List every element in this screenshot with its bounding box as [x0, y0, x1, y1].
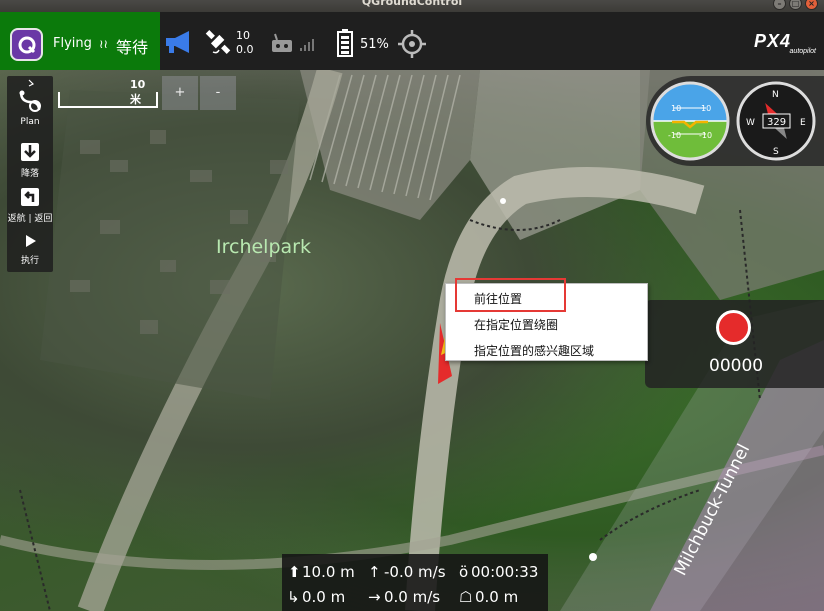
rtl-icon — [21, 188, 39, 206]
tool-rtl-label: 返航 | 返回 — [7, 214, 53, 224]
tool-land-label: 降落 — [20, 169, 39, 179]
megaphone-icon[interactable] — [163, 28, 195, 56]
gps-hdop: 0.0 — [236, 43, 254, 56]
compass-indicator: N S W E 329 — [736, 81, 816, 161]
tool-land-button[interactable]: 降落 — [7, 141, 53, 179]
flight-state: Flying — [53, 36, 92, 51]
satellite-count: 10 — [236, 29, 250, 42]
rc-transmitter-icon[interactable] — [270, 33, 294, 53]
compass-e: E — [800, 118, 806, 128]
distance-value: 0.0 m — [302, 588, 346, 606]
minimize-button[interactable]: – — [773, 0, 786, 10]
zoom-out-button[interactable]: - — [200, 76, 236, 110]
qgc-logo-icon — [18, 36, 35, 53]
land-icon — [21, 143, 39, 161]
telemetry-panel: ⬆ 10.0 m ↑ -0.0 m/s ö 00:00:33 ↳ 0.0 m →… — [282, 554, 548, 611]
flight-time-icon: ö — [459, 563, 469, 581]
waveform-icon: ≀≀ — [99, 37, 108, 51]
satellite-icon[interactable] — [203, 28, 233, 58]
ground-speed-value: 0.0 m/s — [384, 588, 441, 606]
distance-icon: ↳ — [287, 588, 300, 606]
attitude-indicator — [652, 83, 728, 159]
tool-strip: Plan 降落 返航 | 返回 执行 — [7, 76, 53, 272]
battery-icon[interactable] — [335, 28, 355, 58]
map-label-park: Irchelpark — [216, 236, 311, 258]
compass-w: W — [746, 118, 755, 128]
gps-rtk-crosshair-icon[interactable] — [397, 29, 427, 59]
pitch-up-label-left: 10 — [671, 104, 681, 113]
battery-percent: 51% — [360, 37, 389, 52]
zoom-in-button[interactable]: + — [162, 76, 198, 110]
signal-strength-icon — [300, 39, 314, 51]
tool-plan-button[interactable]: Plan — [7, 88, 53, 127]
record-button[interactable] — [716, 310, 751, 345]
home-distance-icon: ☖ — [459, 588, 473, 606]
record-counter: 00000 — [709, 356, 764, 376]
close-button[interactable]: × — [805, 0, 818, 10]
compass-s: S — [773, 147, 779, 157]
flight-mode-selector[interactable]: 等待 — [116, 34, 148, 58]
tool-rtl-button[interactable]: 返航 | 返回 — [7, 186, 53, 224]
instrument-panel[interactable]: 10 10 -10 -10 N S W E 329 — [646, 76, 824, 166]
tool-execute-button[interactable]: 执行 — [7, 232, 53, 266]
window-titlebar: QGroundControl – □ × — [0, 0, 824, 12]
compass-n: N — [772, 90, 779, 100]
menu-item-orbit-location[interactable]: 在指定位置绕圈 — [474, 316, 558, 333]
window-title: QGroundControl — [361, 0, 463, 8]
pitch-down-label-right: -10 — [699, 131, 712, 140]
ground-speed-icon: → — [368, 588, 381, 606]
vertical-speed-value: -0.0 m/s — [384, 563, 446, 581]
pitch-down-label-left: -10 — [668, 131, 681, 140]
tool-plan-label: Plan — [20, 117, 40, 127]
qgc-logo-button[interactable] — [10, 28, 43, 61]
vertical-speed-icon: ↑ — [368, 563, 381, 581]
gps-info: 10 0.0 — [236, 29, 254, 57]
menu-item-roi-location[interactable]: 指定位置的感兴趣区域 — [474, 342, 594, 359]
maximize-button[interactable]: □ — [789, 0, 802, 10]
tool-execute-label: 执行 — [20, 256, 39, 266]
play-icon — [26, 235, 36, 247]
home-distance-value: 0.0 m — [475, 588, 519, 606]
altitude-icon: ⬆ — [288, 563, 301, 581]
map-scale: 10 米 — [58, 78, 158, 108]
highlight-box — [455, 278, 566, 312]
altitude-value: 10.0 m — [302, 563, 355, 581]
heading-readout: 329 — [767, 117, 786, 128]
px4-logo: PX4 autopilot — [754, 31, 816, 55]
pitch-up-label-right: 10 — [701, 104, 711, 113]
plan-icon — [19, 90, 41, 112]
flight-time-value: 00:00:33 — [471, 563, 539, 581]
